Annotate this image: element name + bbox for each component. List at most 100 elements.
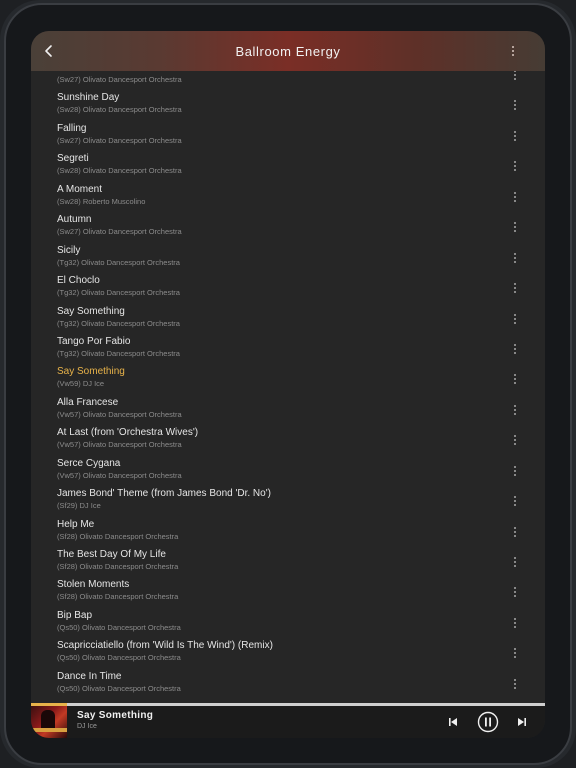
track-subtitle: (Sf28) Olivato Dancesport Orchestra — [57, 592, 179, 602]
track-row-playing[interactable]: Say Something (Vw59) DJ Ice — [31, 364, 545, 394]
track-title: Scapricciatiello (from 'Wild Is The Wind… — [57, 640, 273, 652]
track-row[interactable]: Falling (Sw27) Olivato Dancesport Orchest… — [31, 121, 545, 151]
track-row[interactable]: Bip Bap (Qs50) Olivato Dancesport Orchest… — [31, 608, 545, 638]
app-screen: Ballroom Energy (Sw27) Olivato Dancespor… — [31, 31, 545, 738]
track-subtitle: (Vw59) DJ Ice — [57, 379, 105, 389]
more-vertical-icon — [514, 71, 516, 80]
mini-player[interactable]: Say Something DJ Ice — [31, 706, 545, 738]
track-subtitle: (Sw28) Olivato Dancesport Orchestra — [57, 166, 182, 176]
skip-previous-icon — [449, 718, 457, 726]
track-row[interactable]: Dance In Time (Qs50) Olivato Dancesport O… — [31, 669, 545, 699]
track-more-button[interactable] — [507, 128, 523, 144]
track-title: A Moment — [57, 183, 103, 195]
more-vertical-icon — [514, 465, 516, 476]
now-playing-title: Say Something — [77, 710, 154, 721]
track-more-button[interactable] — [507, 615, 523, 631]
track-list[interactable]: (Sw27) Olivato Dancesport Orchestra Sunsh… — [31, 71, 545, 703]
track-more-button[interactable] — [507, 676, 523, 692]
track-more-button[interactable] — [507, 524, 523, 540]
track-title: Bip Bap — [57, 609, 93, 621]
track-row[interactable]: Sunshine Day (Sw28) Olivato Dancesport Or… — [31, 90, 545, 120]
track-subtitle: (Vw57) Olivato Dancesport Orchestra — [57, 409, 182, 419]
track-more-button[interactable] — [507, 97, 523, 113]
track-row[interactable]: Stolen Moments (Sf28) Olivato Dancesport … — [31, 577, 545, 607]
track-row[interactable]: James Bond' Theme (from James Bond 'Dr. … — [31, 486, 545, 516]
track-more-button[interactable] — [507, 584, 523, 600]
more-vertical-icon — [514, 678, 516, 689]
tablet-frame: Ballroom Energy (Sw27) Olivato Dancespor… — [0, 0, 576, 768]
track-row[interactable]: The Best Day Of My Life (Sf28) Olivato Da… — [31, 547, 545, 577]
track-more-button[interactable] — [507, 280, 523, 296]
track-row[interactable]: At Last (from 'Orchestra Wives') (Vw57) O… — [31, 425, 545, 455]
track-more-button[interactable] — [507, 493, 523, 509]
track-row[interactable]: Tango Por Fabio (Tg32) Olivato Dancesport… — [31, 334, 545, 364]
track-title: Stolen Moments — [57, 579, 130, 591]
track-more-button[interactable] — [507, 341, 523, 357]
track-more-button[interactable] — [507, 554, 523, 570]
more-vertical-icon — [514, 191, 516, 202]
track-more-button[interactable] — [507, 402, 523, 418]
track-more-button[interactable] — [507, 432, 523, 448]
now-playing-artist: DJ Ice — [77, 723, 97, 730]
track-subtitle: (Sf28) Olivato Dancesport Orchestra — [57, 562, 179, 571]
track-subtitle: (Qs50) Olivato Dancesport Orchestra — [57, 653, 181, 663]
track-subtitle: (Vw57) Olivato Dancesport Orchestra — [57, 440, 182, 450]
track-list-inner: (Sw27) Olivato Dancesport Orchestra Sunsh… — [31, 71, 545, 699]
track-subtitle: (Qs50) Olivato Dancesport Orchestra — [57, 683, 181, 693]
track-title: Sunshine Day — [57, 92, 120, 104]
track-row[interactable]: Segreti (Sw28) Olivato Dancesport Orchest… — [31, 151, 545, 181]
playlist-title: Ballroom Energy — [235, 43, 341, 59]
track-subtitle: (Tg32) Olivato Dancesport Orchestra — [57, 288, 180, 298]
playlist-header: Ballroom Energy — [31, 31, 545, 71]
track-subtitle: (Qs50) Olivato Dancesport Orchestra — [57, 622, 181, 632]
previous-track-button[interactable] — [443, 712, 463, 732]
track-subtitle: (Tg32) Olivato Dancesport Orchestra — [57, 318, 180, 328]
more-vertical-icon — [514, 587, 516, 598]
track-more-button[interactable] — [507, 219, 523, 235]
chevron-left-icon — [45, 45, 52, 57]
more-vertical-icon — [514, 526, 516, 537]
track-row[interactable]: A Moment (Sw28) Roberto Muscolino — [31, 182, 545, 212]
more-vertical-icon — [514, 100, 516, 111]
track-title: Alla Francese — [57, 396, 119, 408]
album-art[interactable] — [31, 706, 67, 738]
track-row[interactable]: Sicily (Tg32) Olivato Dancesport Orchestr… — [31, 243, 545, 273]
track-row[interactable]: Scapricciatiello (from 'Wild Is The Wind… — [31, 638, 545, 668]
pause-button[interactable] — [476, 710, 500, 734]
track-row[interactable]: Help Me (Sf28) Olivato Dancesport Orchest… — [31, 517, 545, 547]
more-vertical-icon — [514, 252, 516, 263]
track-row[interactable]: Autumn (Sw27) Olivato Dancesport Orchestr… — [31, 212, 545, 242]
track-more-button[interactable] — [507, 189, 523, 205]
track-more-button[interactable] — [507, 158, 523, 174]
track-row[interactable]: El Choclo (Tg32) Olivato Dancesport Orche… — [31, 273, 545, 303]
pause-circle-icon — [477, 711, 499, 733]
track-row[interactable]: Serce Cygana (Vw57) Olivato Dancesport Or… — [31, 456, 545, 486]
track-title: Falling — [57, 122, 87, 134]
back-button[interactable] — [37, 39, 61, 63]
track-row[interactable]: Say Something (Tg32) Olivato Dancesport O… — [31, 304, 545, 334]
track-more-button[interactable] — [507, 311, 523, 327]
track-more-button[interactable] — [507, 645, 523, 661]
next-track-button[interactable] — [512, 712, 532, 732]
track-more-button[interactable] — [507, 71, 523, 83]
more-vertical-icon — [514, 343, 516, 354]
more-vertical-icon — [514, 130, 516, 141]
track-subtitle: (Tg32) Olivato Dancesport Orchestra — [57, 257, 180, 267]
track-title: Segreti — [57, 153, 89, 165]
more-vertical-icon — [514, 496, 516, 507]
track-title: Autumn — [57, 214, 92, 226]
track-more-button[interactable] — [507, 463, 523, 479]
more-vertical-icon — [514, 404, 516, 415]
track-row[interactable]: (Sw27) Olivato Dancesport Orchestra — [31, 71, 545, 90]
track-subtitle: (Sw27) Olivato Dancesport Orchestra — [57, 75, 182, 84]
track-title: At Last (from 'Orchestra Wives') — [57, 427, 199, 439]
track-title: Help Me — [57, 518, 95, 530]
track-subtitle: (Vw57) Olivato Dancesport Orchestra — [57, 470, 182, 480]
track-more-button[interactable] — [507, 371, 523, 387]
track-subtitle: (Sf29) DJ Ice — [57, 501, 101, 511]
track-more-button[interactable] — [507, 250, 523, 266]
track-title: Say Something — [57, 305, 125, 317]
track-row[interactable]: Alla Francese (Vw57) Olivato Dancesport O… — [31, 395, 545, 425]
playlist-menu-button[interactable] — [503, 41, 523, 61]
more-vertical-icon — [514, 161, 516, 172]
